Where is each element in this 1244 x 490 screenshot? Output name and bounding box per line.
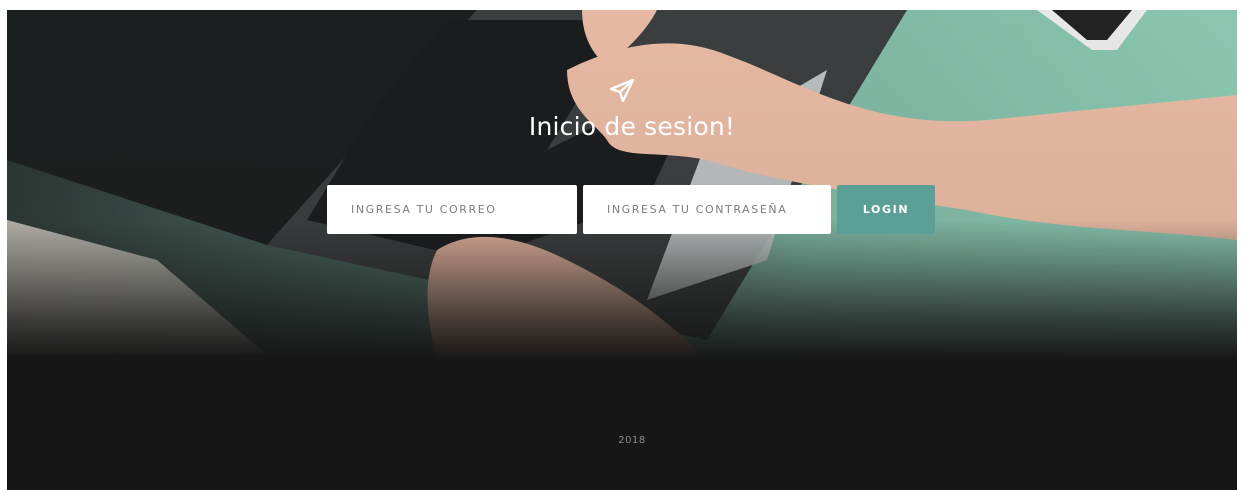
- password-field[interactable]: [583, 185, 831, 234]
- footer: 2018: [7, 360, 1237, 490]
- login-button[interactable]: LOGIN: [837, 185, 935, 234]
- footer-year: 2018: [618, 435, 646, 446]
- brand: [7, 76, 1237, 111]
- paper-plane-icon: [607, 76, 637, 106]
- email-field[interactable]: [327, 185, 577, 234]
- page-title: Inicio de sesion!: [528, 112, 736, 141]
- page-frame: Inicio de sesion! LOGIN 2018: [7, 10, 1237, 490]
- login-form: LOGIN: [327, 185, 935, 234]
- hero-section: Inicio de sesion! LOGIN: [7, 10, 1237, 360]
